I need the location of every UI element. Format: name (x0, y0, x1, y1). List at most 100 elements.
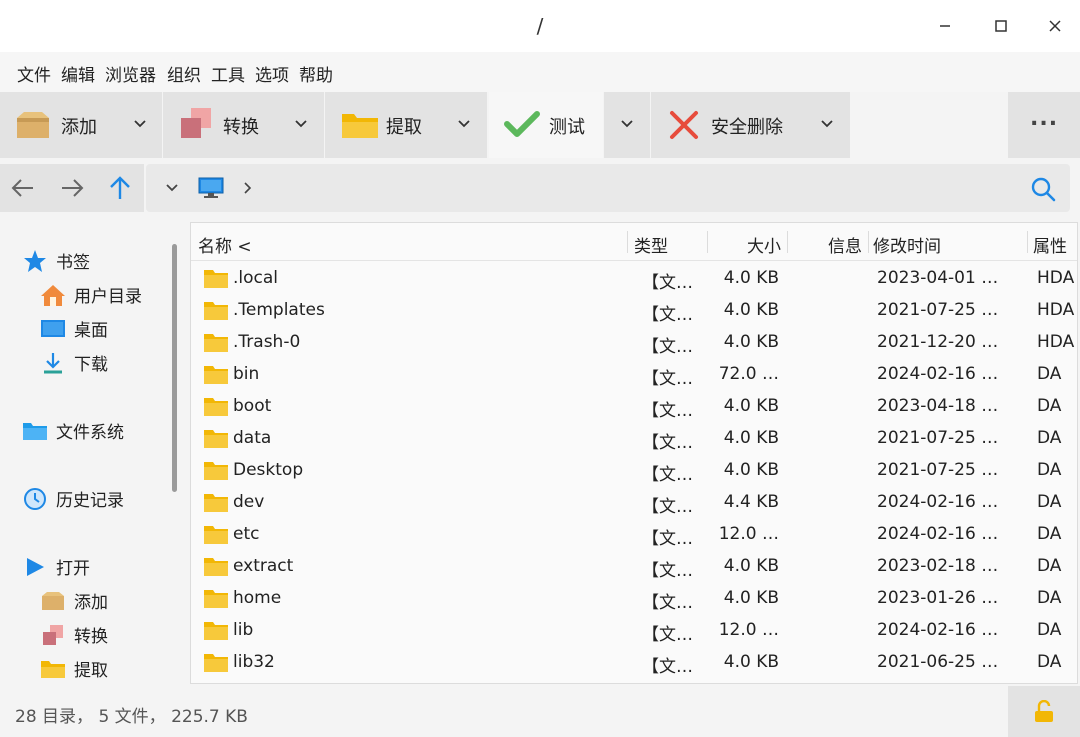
file-type: 【文… (642, 625, 693, 645)
add-label: 添加 (61, 117, 97, 138)
checkmark-icon (504, 111, 540, 137)
table-row[interactable]: bin 【文… 72.0 … 2024-02-16 … DA (191, 359, 1077, 391)
chevron-right-icon[interactable] (242, 180, 254, 196)
up-arrow-icon[interactable] (107, 175, 133, 201)
column-modified[interactable]: 修改时间 (873, 232, 941, 257)
column-name[interactable]: 名称 < (198, 232, 252, 257)
minimize-button[interactable] (930, 12, 960, 40)
file-list: 名称 < 类型 大小 信息 修改时间 属性 .local 【文… 4.0 KB 202… (190, 222, 1078, 684)
sidebar-item-desktop[interactable]: 桌面 (40, 316, 108, 341)
test-dropdown[interactable] (604, 92, 650, 158)
table-row[interactable]: .local 【文… 4.0 KB 2023-04-01 … HDA (191, 263, 1077, 295)
maximize-button[interactable] (986, 12, 1016, 40)
add-button[interactable]: 添加 (0, 92, 162, 158)
file-name: .Templates (233, 300, 325, 320)
sidebar-history[interactable]: 历史记录 (22, 486, 124, 511)
chevron-down-icon[interactable] (293, 113, 309, 135)
sidebar-label: 历史记录 (56, 491, 124, 511)
column-size[interactable]: 大小 (747, 232, 781, 257)
convert-button[interactable]: 转换 (163, 92, 324, 158)
sidebar-item-open-add[interactable]: 添加 (40, 588, 108, 613)
sidebar-scrollbar[interactable] (172, 244, 177, 492)
column-divider[interactable] (868, 231, 869, 253)
file-size: 4.0 KB (723, 332, 779, 352)
column-divider[interactable] (787, 231, 788, 253)
table-row[interactable]: .Templates 【文… 4.0 KB 2021-07-25 … HDA (191, 295, 1077, 327)
menu-tools[interactable]: 工具 (211, 61, 245, 86)
file-type: 【文… (642, 657, 693, 677)
sidebar: 书签 用户目录 桌面 下载 文件系统 历史记录 打开 添加 转换 提取 (0, 222, 180, 684)
table-row[interactable]: dev 【文… 4.4 KB 2024-02-16 … DA (191, 487, 1077, 519)
sidebar-item-user-dir[interactable]: 用户目录 (40, 282, 142, 307)
folder-icon (204, 558, 228, 576)
file-size: 4.0 KB (723, 556, 779, 576)
menu-options[interactable]: 选项 (255, 61, 289, 86)
history-clock-icon (22, 487, 48, 511)
menu-help[interactable]: 帮助 (299, 61, 333, 86)
extract-button[interactable]: 提取 (325, 92, 487, 158)
menu-edit[interactable]: 编辑 (61, 61, 95, 86)
lock-button[interactable] (1008, 686, 1080, 737)
star-icon (22, 249, 48, 273)
sidebar-bookmarks[interactable]: 书签 (22, 248, 90, 273)
file-size: 12.0 … (718, 524, 779, 544)
chevron-down-icon[interactable] (819, 113, 835, 135)
file-name: boot (233, 396, 272, 416)
secure-delete-button[interactable]: 安全删除 (651, 92, 850, 158)
column-divider[interactable] (627, 231, 628, 253)
table-row[interactable]: Desktop 【文… 4.0 KB 2021-07-25 … DA (191, 455, 1077, 487)
more-button[interactable]: ... (1008, 92, 1080, 158)
table-row[interactable]: boot 【文… 4.0 KB 2023-04-18 … DA (191, 391, 1077, 423)
menu-file[interactable]: 文件 (17, 61, 51, 86)
sidebar-label: 下载 (74, 355, 108, 375)
search-icon[interactable] (1030, 176, 1056, 202)
file-type: 【文… (642, 465, 693, 485)
table-row[interactable]: data 【文… 4.0 KB 2021-07-25 … DA (191, 423, 1077, 455)
chevron-down-icon[interactable] (456, 113, 472, 135)
column-divider[interactable] (707, 231, 708, 253)
chevron-down-icon[interactable] (132, 113, 148, 135)
extract-label: 提取 (386, 117, 422, 138)
folder-icon (204, 302, 228, 320)
file-name: .local (233, 268, 279, 288)
play-icon (22, 555, 48, 579)
chevron-down-icon[interactable] (164, 180, 180, 196)
sidebar-label: 用户目录 (74, 287, 142, 307)
folder-icon (204, 526, 228, 544)
test-button[interactable]: 测试 (489, 92, 603, 158)
table-row[interactable]: .Trash-0 【文… 4.0 KB 2021-12-20 … HDA (191, 327, 1077, 359)
sidebar-item-open-convert[interactable]: 转换 (40, 622, 108, 647)
sidebar-item-downloads[interactable]: 下载 (40, 350, 108, 375)
secure-delete-label: 安全删除 (711, 117, 783, 138)
download-icon (40, 351, 66, 375)
column-info[interactable]: 信息 (828, 232, 862, 257)
file-modified: 2021-07-25 … (877, 460, 999, 480)
table-row[interactable]: home 【文… 4.0 KB 2023-01-26 … DA (191, 583, 1077, 615)
table-row[interactable]: lib 【文… 12.0 … 2024-02-16 … DA (191, 615, 1077, 647)
nav-buttons (0, 164, 144, 212)
file-size: 4.4 KB (723, 492, 779, 512)
column-attributes[interactable]: 属性 (1033, 232, 1067, 257)
file-name: extract (233, 556, 294, 576)
computer-icon[interactable] (198, 176, 224, 200)
table-row[interactable]: extract 【文… 4.0 KB 2023-02-18 … DA (191, 551, 1077, 583)
table-row[interactable]: lib32 【文… 4.0 KB 2021-06-25 … DA (191, 647, 1077, 679)
column-divider[interactable] (1027, 231, 1028, 253)
menu-browser[interactable]: 浏览器 (105, 61, 156, 86)
file-attributes: DA (1037, 620, 1062, 640)
back-arrow-icon[interactable] (10, 176, 36, 200)
table-row[interactable]: etc 【文… 12.0 … 2024-02-16 … DA (191, 519, 1077, 551)
menu-organize[interactable]: 组织 (167, 61, 201, 86)
sidebar-open[interactable]: 打开 (22, 554, 90, 579)
sidebar-filesystem[interactable]: 文件系统 (22, 418, 124, 443)
folder-icon (204, 622, 228, 640)
file-name: .Trash-0 (233, 332, 301, 352)
forward-arrow-icon[interactable] (59, 176, 85, 200)
path-bar[interactable] (146, 164, 1070, 212)
convert-icon (40, 623, 66, 647)
file-size: 4.0 KB (723, 300, 779, 320)
close-button[interactable] (1040, 12, 1070, 40)
sidebar-item-open-extract[interactable]: 提取 (40, 656, 108, 681)
file-type: 【文… (642, 337, 693, 357)
column-type[interactable]: 类型 (634, 232, 668, 257)
